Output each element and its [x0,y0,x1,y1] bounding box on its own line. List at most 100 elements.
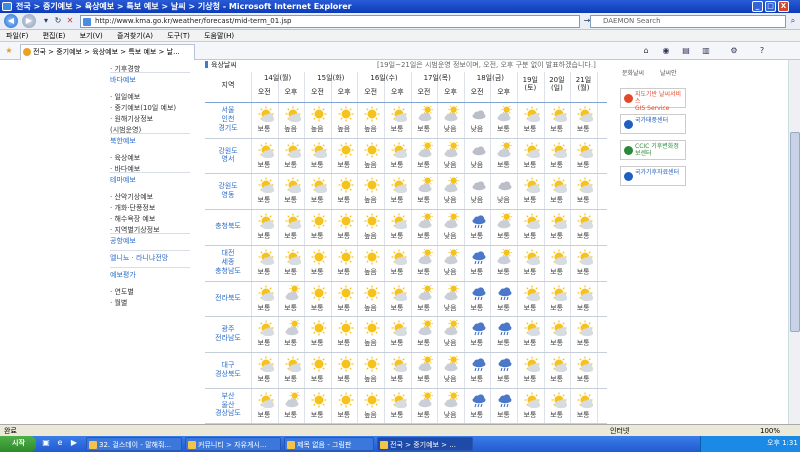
menu-edit[interactable]: 편집(E) [37,30,72,42]
forecast-cell: 보통 [384,388,410,423]
forecast-cell: 보통 [490,138,516,173]
forecast-cell: 보통 [251,388,277,423]
address-input[interactable]: http://www.kma.go.kr/weather/forecast/mi… [80,15,580,28]
dropdown-icon[interactable]: ▾ [40,15,52,27]
right-top-link-a[interactable]: 문화날씨 [622,68,644,77]
partly-sunny-icon [391,356,408,373]
sidebar-link[interactable]: · 원해기상정보 [110,114,153,124]
sidebar-link[interactable]: · 중기예보(10일 예보) [110,103,176,113]
sidebar-heading[interactable]: 예보평가 [110,270,136,280]
minimize-button[interactable]: _ [752,1,763,12]
service-banner[interactable]: CCIC 기후변화정보센터 [620,140,686,160]
forecast-cell: 보통 [384,245,410,280]
refresh-icon[interactable]: ↻ [52,15,64,27]
task-forecast[interactable]: 전국 > 중기예보 > ... [377,437,473,451]
weather-label: 보통 [310,160,324,169]
close-button[interactable]: X [778,1,789,12]
sidebar-link[interactable]: · 월별 [110,298,127,308]
weather-label: 보통 [470,374,484,383]
partly-sunny-icon [577,106,594,123]
weather-label: 높음 [363,125,377,133]
region-name[interactable]: 대전 세종 충청남도 [205,249,251,275]
forward-button[interactable]: ▶ [22,14,36,28]
sidebar-link[interactable]: · 해수욕장 예보 [110,214,155,224]
forecast-cell: 낮음 [464,138,490,173]
partly-sunny-icon [551,213,568,230]
quicklaunch-ie-icon[interactable]: e [54,437,66,449]
weather-label: 보통 [523,267,537,276]
print-icon[interactable]: ▤ [680,45,692,57]
weather-label: 높음 [363,232,377,241]
favorites-star-icon[interactable]: ★ [3,45,15,57]
task-paint[interactable]: 제목 없음 - 그림판 [284,437,374,451]
scrollbar-thumb[interactable] [790,132,800,332]
vertical-scrollbar[interactable] [788,60,800,424]
task-community[interactable]: 커뮤니티 > 자유게시... [185,437,281,451]
feeds-icon[interactable]: ◉ [660,45,672,57]
region-name[interactable]: 전라북도 [205,294,251,303]
stop-icon[interactable]: ✕ [64,15,76,27]
sidebar-link[interactable]: · 연도별 [110,287,134,297]
quicklaunch-desktop-icon[interactable]: ▣ [40,437,52,449]
right-top-link-b[interactable]: 날씨안 [660,68,677,77]
menu-tools[interactable]: 도구(T) [161,30,196,42]
weather-label: 낮음 [443,374,457,383]
weather-label: 보통 [417,339,431,348]
region-name[interactable]: 대구 경상북도 [205,361,251,379]
sidebar-heading[interactable]: 북한예보 [110,136,136,146]
home-icon[interactable]: ⌂ [640,45,652,57]
search-icon[interactable]: ⌕ [787,15,799,27]
service-banner[interactable]: 지도기반 날씨서비스 GIS Service [620,88,686,112]
weather-label: 낮음 [443,160,457,169]
pm-header: 오후 [337,88,351,96]
sidebar-heading[interactable]: 테마예보 [110,175,136,185]
tools-menu-icon[interactable]: ⚙ [728,45,740,57]
start-button[interactable]: 시작 [0,436,36,452]
menu-favorites[interactable]: 즐겨찾기(A) [111,30,159,42]
partly-sunny-icon [258,320,275,337]
region-name[interactable]: 충청북도 [205,222,251,231]
task-label: 전국 > 중기예보 > ... [390,441,456,449]
forecast-cell: 보통 [490,209,516,244]
menu-view[interactable]: 보기(V) [74,30,109,42]
forecast-cell: 보통 [570,281,596,316]
back-button[interactable]: ◀ [4,14,18,28]
cloudy-sun-icon [444,140,460,158]
menu-file[interactable]: 파일(F) [0,30,34,42]
forecast-cell: 보통 [251,245,277,280]
sidebar-link[interactable]: · 일일예보 [110,92,140,102]
sidebar-link[interactable]: · 육상예보 [110,153,140,163]
forecast-cell: 높음 [357,245,383,280]
partly-sunny-icon [285,249,302,265]
tab-current[interactable]: 전국 > 중기예보 > 육상예보 > 특보 예보 > 날... [20,44,195,60]
sidebar-heading[interactable]: 엘니뇨 · 라니냐전망 [110,253,168,263]
region-name[interactable]: 광주 전라남도 [205,325,251,343]
quicklaunch-player-icon[interactable]: ▶ [68,437,80,449]
pm-header: 오후 [284,88,298,96]
maximize-button[interactable]: □ [765,1,776,12]
region-name[interactable]: 강원도 영동 [205,182,251,200]
region-name[interactable]: 강원도 영서 [205,147,251,165]
service-banner[interactable]: 국가태풍센터 [620,114,686,134]
forecast-cell: 낮음 [437,352,463,387]
forecast-cell: 보통 [570,209,596,244]
region-name[interactable]: 부산 울산 경상남도 [205,392,251,418]
sidebar-heading[interactable]: 공항예보 [110,236,136,246]
search-input[interactable]: DAEMON Search [590,15,786,28]
sun-icon [338,392,354,408]
weather-label: 보통 [523,232,537,241]
partly-sunny-icon [524,320,541,337]
sidebar-link[interactable]: · 개화·단풍정보 [110,203,155,213]
forecast-cell: 보통 [251,209,277,244]
sidebar-link[interactable]: · 산악기상예보 [110,192,153,202]
page-menu-icon[interactable]: ▥ [700,45,712,57]
menu-help[interactable]: 도움말(H) [198,30,240,42]
weather-label: 보통 [337,232,351,241]
task-music[interactable]: 32. 걸스데이 - 말해줘... [86,437,182,451]
region-name[interactable]: 서울 인천 경기도 [205,106,251,132]
help-icon[interactable]: ? [756,45,768,57]
forecast-cell: 보통 [517,173,543,208]
cloudy-sun-icon [444,389,460,408]
sidebar-heading[interactable]: 바다예보 [110,75,136,85]
service-banner[interactable]: 국가기후자료센터 [620,166,686,186]
